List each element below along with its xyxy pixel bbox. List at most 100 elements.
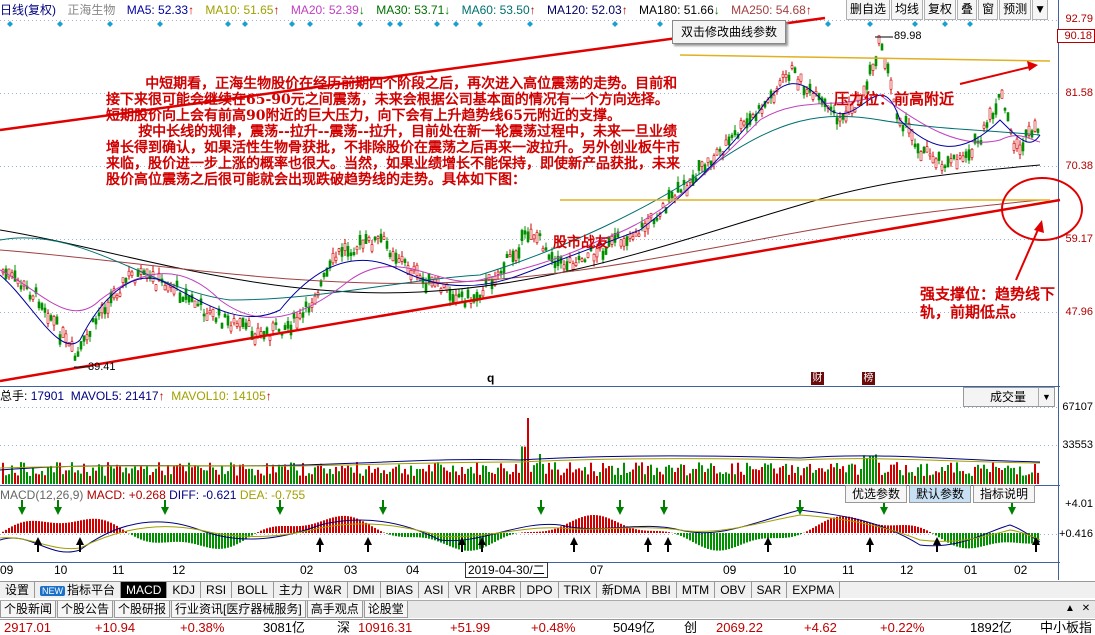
- ranking-icon[interactable]: 榜: [862, 372, 875, 385]
- overlay-button[interactable]: 叠: [957, 0, 978, 20]
- macd-name: MACD(12,26,9): [0, 488, 84, 502]
- tab-stock-announcements[interactable]: 个股公告: [57, 601, 114, 618]
- tab-sar[interactable]: SAR: [752, 582, 788, 598]
- date-label: 03: [344, 563, 358, 577]
- candle-body: [391, 251, 395, 262]
- candle-body: [394, 252, 398, 264]
- candle-body: [634, 232, 638, 237]
- tab-expert-views[interactable]: 高手观点: [306, 601, 363, 618]
- ma5-label: MA5: 52.33↑: [126, 3, 195, 17]
- tab-dmi[interactable]: DMI: [348, 582, 381, 598]
- candle-body: [670, 191, 674, 199]
- tab-mtm[interactable]: MTM: [677, 582, 716, 598]
- candle-body: [196, 303, 200, 307]
- low-price-label: 39.41: [88, 361, 116, 373]
- tab-macd[interactable]: MACD: [121, 582, 168, 598]
- candle-body: [586, 252, 590, 258]
- tab-stock-forum[interactable]: 论股堂: [363, 601, 408, 618]
- tab-trix[interactable]: TRIX: [559, 582, 597, 598]
- tab-settings[interactable]: 设置: [0, 582, 36, 598]
- event-diamond-icon: [307, 21, 313, 27]
- candle-body: [517, 247, 521, 259]
- chevron-up-icon[interactable]: ▲: [1063, 602, 1077, 616]
- candle-body: [997, 93, 1001, 98]
- tab-asi[interactable]: ASI: [419, 582, 450, 598]
- ma20-label: MA20: 52.39↓: [290, 3, 365, 17]
- tab-dpo[interactable]: DPO: [521, 582, 559, 598]
- pressure-arrow: [959, 65, 1035, 85]
- candle-body: [97, 312, 101, 317]
- macd-value: MACD: +0.268: [86, 488, 166, 502]
- event-diamond-icon: [289, 21, 295, 27]
- ma-header: 日线(复权) 正海生物 MA5: 52.33↑ MA10: 51.65↑ MA2…: [0, 0, 840, 20]
- window-button[interactable]: 窗: [978, 0, 999, 20]
- candle-body: [793, 67, 797, 74]
- candle-body: [886, 63, 890, 74]
- chevron-down-icon[interactable]: ▼: [1038, 388, 1054, 406]
- ma-button[interactable]: 均线: [891, 0, 924, 20]
- tab-boll[interactable]: BOLL: [232, 582, 274, 598]
- candle-body: [805, 89, 809, 94]
- event-diamond-icon: [7, 21, 13, 27]
- tab-industry-news[interactable]: 行业资讯[医疗器械服务]: [171, 601, 306, 618]
- support-annotation: 强支撑位：趋势线下轨，前期低点。: [920, 285, 1056, 321]
- candle-body: [61, 327, 65, 338]
- candle-body: [76, 351, 80, 357]
- tab-wr[interactable]: W&R: [309, 582, 348, 598]
- tab-bias[interactable]: BIAS: [381, 582, 420, 598]
- tab-expma[interactable]: EXPMA: [787, 582, 841, 598]
- event-diamond-icon: [657, 21, 663, 27]
- candle-body: [382, 236, 386, 240]
- default-params-tab[interactable]: 默认参数: [909, 485, 972, 503]
- candle-body: [871, 63, 875, 71]
- remove-favorite-button[interactable]: 删自选: [846, 0, 891, 20]
- candle-body: [880, 43, 884, 51]
- tab-bbi[interactable]: BBI: [647, 582, 677, 598]
- tab-arbr[interactable]: ARBR: [477, 582, 522, 598]
- tab-indicator-platform[interactable]: NEW 指标平台: [35, 582, 122, 598]
- forecast-button[interactable]: 预测: [999, 0, 1032, 20]
- candle-body: [130, 271, 134, 276]
- chevron-down-icon[interactable]: ▼: [1032, 0, 1049, 20]
- tab-kdj[interactable]: KDJ: [167, 582, 202, 598]
- volume-indicator-select[interactable]: 成交量 ▼: [963, 387, 1055, 407]
- candle-body: [640, 222, 644, 228]
- tab-new-dma[interactable]: 新DMA: [597, 582, 647, 598]
- candle-body: [514, 250, 518, 261]
- candle-body: [868, 64, 872, 75]
- candle-body: [784, 73, 788, 78]
- tab-vr[interactable]: VR: [449, 582, 478, 598]
- candle-body: [511, 250, 515, 263]
- candle-body: [460, 291, 464, 298]
- ma250-label: MA250: 54.68↑: [731, 3, 812, 17]
- optimized-params-tab[interactable]: 优选参数: [845, 485, 908, 503]
- tab-obv[interactable]: OBV: [715, 582, 752, 598]
- ma180-label: MA180: 51.66↓: [639, 3, 720, 17]
- candle-body: [946, 156, 950, 168]
- tab-stock-research[interactable]: 个股研报: [114, 601, 171, 618]
- candle-body: [466, 289, 470, 299]
- candle-body: [727, 136, 731, 146]
- candle-body: [154, 284, 158, 291]
- event-diamond-icon: [912, 21, 918, 27]
- tab-rsi[interactable]: RSI: [201, 582, 233, 598]
- macd-param-tabs: 优选参数 默认参数 指标说明: [845, 485, 1037, 503]
- tab-main-force[interactable]: 主力: [274, 582, 309, 598]
- candle-body: [385, 240, 389, 249]
- curve-param-tooltip: 双击修改曲线参数: [672, 20, 786, 44]
- financial-report-icon[interactable]: 财: [811, 372, 824, 385]
- candle-body: [541, 248, 545, 252]
- candle-body: [376, 236, 380, 239]
- candle-body: [508, 254, 512, 258]
- buy-signal-icon: [866, 537, 874, 545]
- close-icon[interactable]: ✕: [1079, 602, 1093, 616]
- adjust-button[interactable]: 复权: [924, 0, 957, 20]
- macd-histogram: [2, 515, 1039, 551]
- candle-body: [55, 316, 59, 325]
- candle-body: [562, 264, 566, 270]
- cy-change: +4.62: [804, 620, 837, 635]
- event-markers: [7, 21, 973, 27]
- tab-stock-news[interactable]: 个股新闻: [0, 601, 57, 618]
- candle-body: [238, 318, 242, 328]
- indicator-help-tab[interactable]: 指标说明: [973, 485, 1036, 503]
